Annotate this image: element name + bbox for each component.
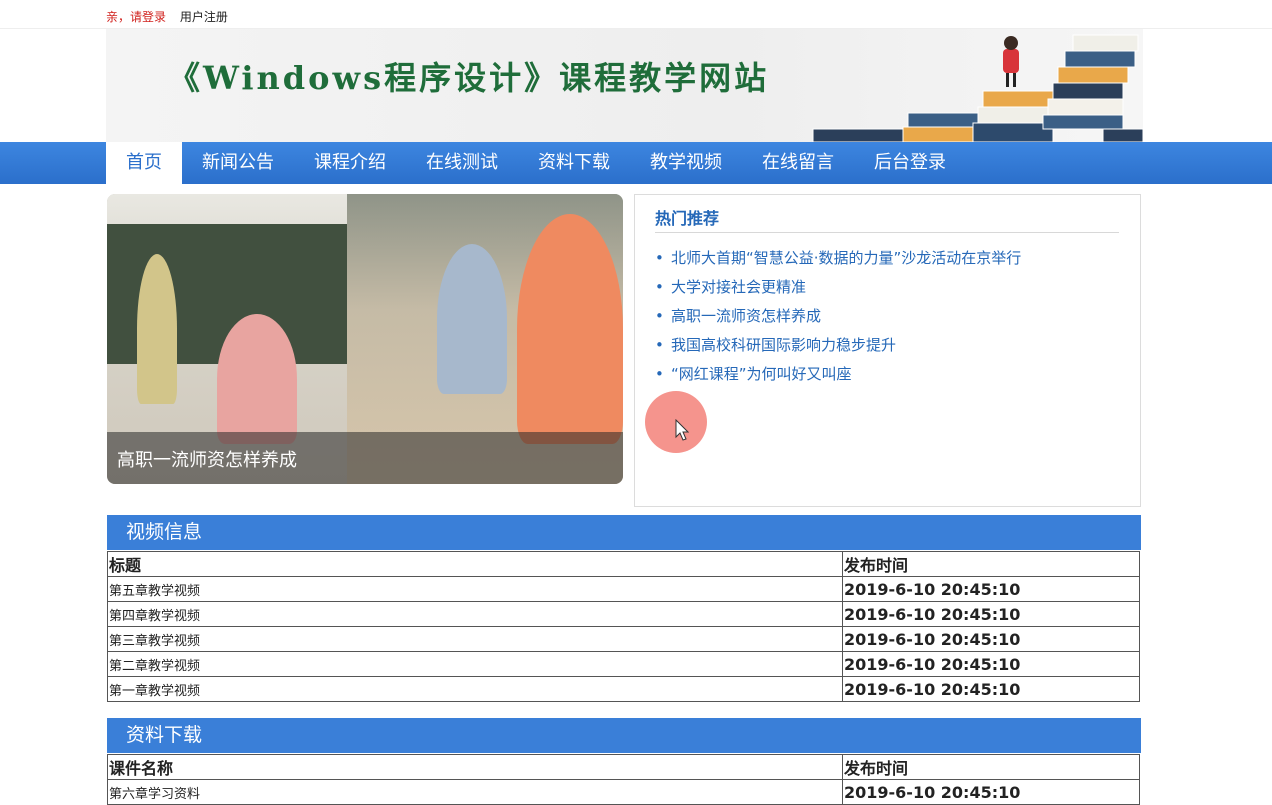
cursor-highlight — [645, 391, 707, 453]
nav-item-message[interactable]: 在线留言 — [742, 142, 854, 184]
site-banner: 《Windows程序设计》课程教学网站 — [106, 29, 1143, 142]
table-row[interactable]: 第四章教学视频 2019-6-10 20:45:10 — [107, 601, 1140, 627]
hot-item[interactable]: • “网红课程”为何叫好又叫座 — [655, 363, 1021, 392]
login-link[interactable]: 亲，请登录 — [106, 10, 166, 24]
bullet-dot-icon: • — [655, 365, 664, 383]
student-figure — [217, 314, 297, 444]
image-slider[interactable]: 高职一流师资怎样养成 — [107, 194, 623, 484]
hot-item[interactable]: • 我国高校科研国际影响力稳步提升 — [655, 334, 1021, 363]
site-title: 《Windows程序设计》课程教学网站 — [168, 59, 770, 97]
hot-item[interactable]: • 大学对接社会更精准 — [655, 276, 1021, 305]
col-title: 标题 — [107, 551, 843, 577]
table-row[interactable]: 第六章学习资料 2019-6-10 20:45:10 — [107, 779, 1140, 805]
col-title: 课件名称 — [107, 754, 843, 780]
student-figure-2 — [437, 244, 507, 394]
hot-recommend-panel: 热门推荐 • 北师大首期“智慧公益·数据的力量”沙龙活动在京举行 • 大学对接社会更… — [634, 194, 1141, 507]
nav-item-news[interactable]: 新闻公告 — [182, 142, 294, 184]
video-section-header: 视频信息 — [107, 515, 1141, 550]
nav-item-course[interactable]: 课程介绍 — [294, 142, 406, 184]
bullet-dot-icon: • — [655, 336, 664, 354]
bullet-dot-icon: • — [655, 278, 664, 296]
nav-item-home[interactable]: 首页 — [106, 142, 182, 184]
hot-item[interactable]: • 高职一流师资怎样养成 — [655, 305, 1021, 334]
table-row[interactable]: 第三章教学视频 2019-6-10 20:45:10 — [107, 626, 1140, 652]
top-bar: 亲，请登录 用户注册 — [0, 0, 1272, 29]
slider-caption-text: 高职一流师资怎样养成 — [117, 450, 297, 471]
table-row[interactable]: 第五章教学视频 2019-6-10 20:45:10 — [107, 576, 1140, 602]
table-header-row: 课件名称 发布时间 — [107, 754, 1140, 780]
student-figure-3 — [517, 214, 623, 444]
books-illustration-icon — [812, 34, 1143, 142]
bullet-dot-icon: • — [655, 249, 664, 267]
col-time: 发布时间 — [842, 551, 1140, 577]
teacher-figure — [137, 254, 177, 404]
download-table: 课件名称 发布时间 第六章学习资料 2019-6-10 20:45:10 — [107, 754, 1140, 805]
nav-item-test[interactable]: 在线测试 — [406, 142, 518, 184]
nav-item-download[interactable]: 资料下载 — [518, 142, 630, 184]
top-links: 亲，请登录 用户注册 — [106, 8, 228, 25]
register-link[interactable]: 用户注册 — [180, 10, 228, 24]
nav-item-video[interactable]: 教学视频 — [630, 142, 742, 184]
bullet-dot-icon: • — [655, 307, 664, 325]
video-table: 标题 发布时间 第五章教学视频 2019-6-10 20:45:10 第四章教学视… — [107, 551, 1140, 702]
download-section-header: 资料下载 — [107, 718, 1141, 753]
nav-item-admin[interactable]: 后台登录 — [854, 142, 966, 184]
table-header-row: 标题 发布时间 — [107, 551, 1140, 577]
slider-caption: 高职一流师资怎样养成 — [107, 432, 623, 484]
hot-item[interactable]: • 北师大首期“智慧公益·数据的力量”沙龙活动在京举行 — [655, 247, 1021, 276]
table-row[interactable]: 第一章教学视频 2019-6-10 20:45:10 — [107, 676, 1140, 702]
table-row[interactable]: 第二章教学视频 2019-6-10 20:45:10 — [107, 651, 1140, 677]
main-nav: 首页 新闻公告 课程介绍 在线测试 资料下载 教学视频 在线留言 后台登录 — [0, 142, 1272, 184]
col-time: 发布时间 — [842, 754, 1140, 780]
cursor-pointer-icon — [675, 419, 689, 441]
hot-recommend-title: 热门推荐 — [655, 205, 1119, 233]
